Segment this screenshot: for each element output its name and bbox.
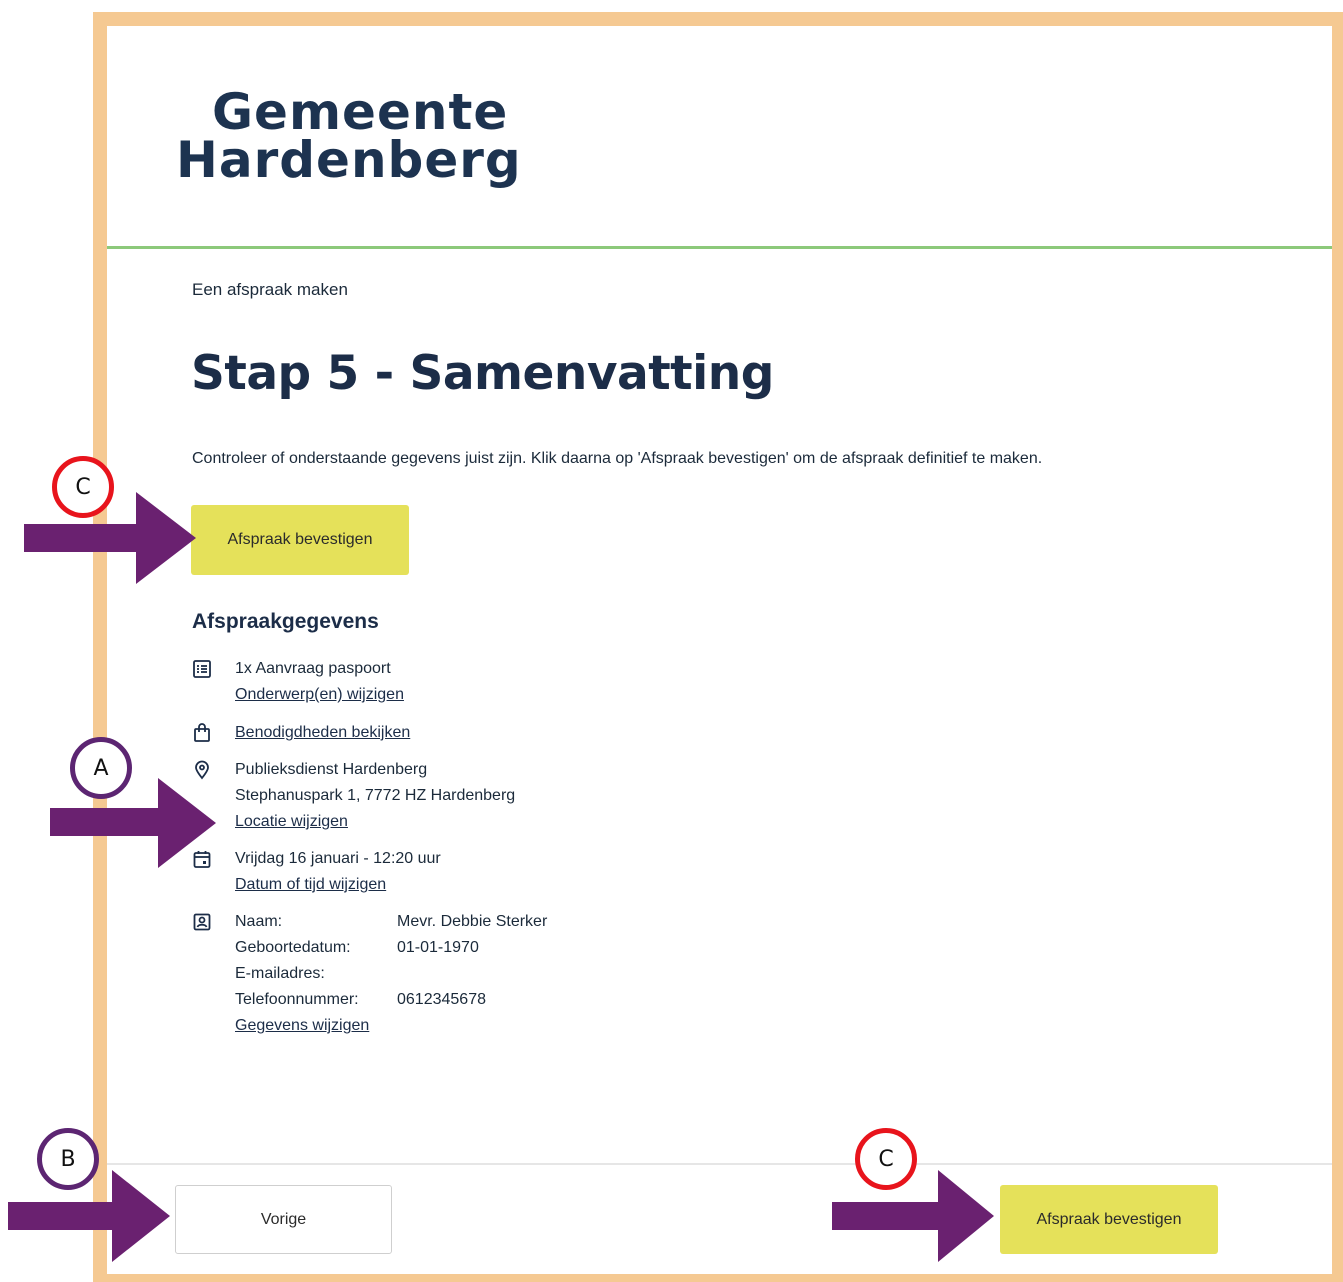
- shopping-bag-icon: [194, 723, 210, 742]
- name-value: Mevr. Debbie Sterker: [397, 913, 548, 930]
- intro-text: Controleer of onderstaande gegevens juis…: [192, 450, 1043, 467]
- location-name: Publieksdienst Hardenberg: [235, 761, 428, 778]
- phone-label: Telefoonnummer:: [235, 991, 359, 1008]
- page-title: Stap 5 - Samenvatting: [191, 346, 774, 401]
- footer-divider: [107, 1163, 1332, 1165]
- person-fields: Naam: Mevr. Debbie Sterker Geboortedatum…: [235, 909, 547, 1013]
- change-datetime-link[interactable]: Datum of tijd wijzigen: [235, 876, 386, 893]
- annotation-arrow-c-top: [24, 492, 196, 584]
- section-title-appointment-details: Afspraakgegevens: [192, 610, 379, 633]
- change-location-link[interactable]: Locatie wijzigen: [235, 813, 348, 830]
- logo-line-2: Hardenberg: [176, 131, 522, 189]
- annotation-frame: [93, 12, 1343, 1282]
- name-label: Naam:: [235, 913, 283, 930]
- annotation-arrow-c-bottom: [832, 1170, 994, 1262]
- annotation-marker-a: A: [70, 737, 132, 799]
- confirm-appointment-button-bottom[interactable]: Afspraak bevestigen: [1000, 1185, 1218, 1254]
- annotation-marker-c-bottom: C: [855, 1128, 917, 1190]
- previous-button[interactable]: Vorige: [175, 1185, 392, 1254]
- change-subject-link[interactable]: Onderwerp(en) wijzigen: [235, 686, 404, 703]
- annotation-arrow-a: [50, 778, 216, 868]
- confirm-appointment-button-top[interactable]: Afspraak bevestigen: [191, 505, 409, 575]
- birthdate-label: Geboortedatum:: [235, 939, 351, 956]
- gemeente-hardenberg-logo[interactable]: Gemeente Hardenberg: [176, 83, 536, 189]
- change-details-link[interactable]: Gegevens wijzigen: [235, 1017, 369, 1034]
- annotation-marker-c-top: C: [52, 456, 114, 518]
- list-icon: [193, 660, 211, 678]
- contact-card-icon: [193, 913, 211, 931]
- email-value: [397, 961, 547, 987]
- breadcrumb: Een afspraak maken: [192, 280, 348, 299]
- annotation-marker-b: B: [37, 1128, 99, 1190]
- phone-value: 0612345678: [397, 991, 486, 1008]
- annotation-arrow-b: [8, 1170, 170, 1262]
- header-divider: [107, 246, 1332, 249]
- logo-line-1: Gemeente: [212, 83, 509, 141]
- email-label: E-mailadres:: [235, 965, 325, 982]
- location-address: Stephanuspark 1, 7772 HZ Hardenberg: [235, 787, 516, 804]
- subject-text: 1x Aanvraag paspoort: [235, 660, 391, 677]
- birthdate-value: 01-01-1970: [397, 939, 479, 956]
- view-requirements-link[interactable]: Benodigdheden bekijken: [235, 724, 410, 741]
- location-pin-icon: [195, 760, 209, 780]
- appointment-datetime: Vrijdag 16 januari - 12:20 uur: [235, 850, 441, 867]
